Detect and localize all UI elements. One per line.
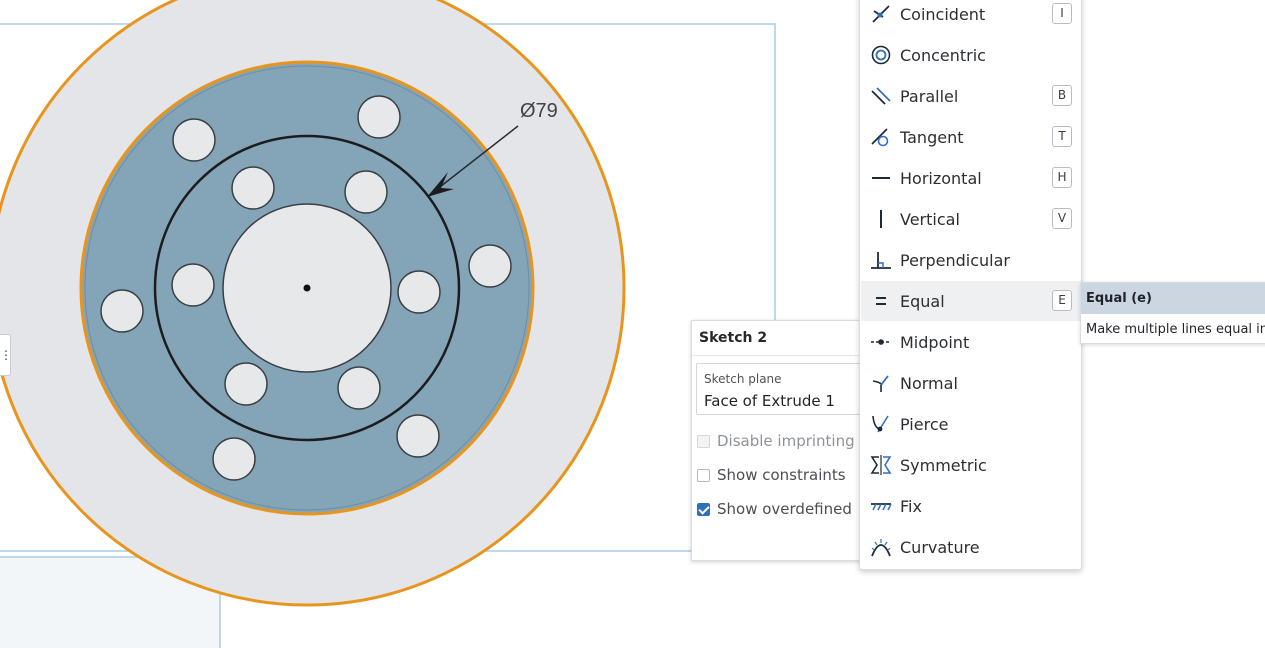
sketch-plane-value: Face of Extrude 1	[704, 392, 835, 410]
bolt-hole[interactable]	[344, 170, 388, 214]
parallel-icon	[871, 87, 891, 105]
fix-icon	[871, 503, 892, 511]
menu-item-vertical[interactable]: Vertical V	[861, 199, 1081, 239]
menu-item-label: Tangent	[900, 127, 964, 147]
bolt-hole[interactable]	[231, 166, 275, 210]
center-point[interactable]	[303, 284, 311, 292]
perpendicular-icon	[871, 252, 891, 269]
bolt-hole[interactable]	[397, 270, 441, 314]
bolt-hole[interactable]	[172, 118, 216, 162]
menu-item-label: Fix	[900, 496, 922, 516]
menu-item-parallel[interactable]: Parallel B	[861, 76, 1081, 116]
normal-icon	[872, 375, 889, 392]
menu-item-label: Curvature	[900, 537, 980, 557]
bolt-hole[interactable]	[100, 289, 144, 333]
bolt-hole[interactable]	[224, 362, 268, 406]
shortcut-key: H	[1052, 167, 1072, 188]
bolt-hole[interactable]	[468, 244, 512, 288]
show-overdefined-checkbox[interactable]	[697, 502, 710, 516]
shortcut-key: E	[1052, 290, 1072, 311]
menu-item-fix[interactable]: Fix	[861, 486, 1081, 526]
menu-item-label: Pierce	[900, 414, 949, 434]
menu-item-label: Midpoint	[900, 332, 970, 352]
menu-item-label: Coincident	[900, 4, 986, 24]
sketch-panel: Sketch 2 Sketch plane Face of Extrude 1 …	[691, 320, 876, 561]
bolt-hole[interactable]	[171, 263, 215, 307]
vertical-icon	[880, 210, 882, 228]
menu-item-normal[interactable]: Normal	[861, 363, 1081, 403]
disable-imprinting-checkbox[interactable]	[697, 434, 710, 448]
feature-list-handle[interactable]: ⋮	[0, 334, 12, 376]
show-overdefined-option[interactable]: Show overdefined	[697, 500, 852, 518]
menu-item-label: Horizontal	[900, 168, 982, 188]
menu-item-equal[interactable]: Equal E	[861, 281, 1081, 321]
menu-item-label: Normal	[900, 373, 958, 393]
equal-tooltip: Equal (e) Make multiple lines equal in	[1080, 282, 1265, 344]
menu-item-tangent[interactable]: Tangent T	[861, 117, 1081, 157]
show-constraints-option[interactable]: Show constraints	[697, 466, 846, 484]
tooltip-header: Equal (e)	[1081, 283, 1265, 314]
tooltip-title: Equal (e)	[1086, 291, 1152, 306]
shortcut-key: V	[1052, 208, 1072, 229]
tooltip-description: Make multiple lines equal in	[1086, 322, 1265, 337]
divider	[692, 355, 870, 356]
symmetric-icon	[870, 455, 892, 475]
bolt-hole[interactable]	[357, 95, 401, 139]
sketch-plane-field[interactable]: Sketch plane Face of Extrude 1	[696, 363, 876, 415]
menu-item-concentric[interactable]: Concentric	[861, 35, 1081, 75]
menu-item-label: Equal	[900, 291, 945, 311]
bolt-hole[interactable]	[212, 437, 256, 481]
equal-icon	[876, 297, 886, 305]
menu-item-perpendicular[interactable]: Perpendicular	[861, 240, 1081, 280]
shortcut-key: B	[1052, 85, 1072, 106]
shortcut-key: T	[1052, 126, 1072, 147]
show-constraints-label: Show constraints	[717, 466, 846, 484]
diameter-dimension[interactable]: Ø79	[520, 100, 558, 122]
menu-item-symmetric[interactable]: Symmetric	[861, 445, 1081, 485]
concentric-icon	[871, 45, 891, 65]
menu-item-label: Vertical	[900, 209, 960, 229]
sketch-plane-label: Sketch plane	[704, 372, 782, 386]
tangent-icon	[871, 128, 889, 147]
show-constraints-checkbox[interactable]	[697, 468, 710, 482]
menu-item-horizontal[interactable]: Horizontal H	[861, 158, 1081, 198]
shortcut-key: I	[1052, 3, 1072, 24]
curvature-icon	[871, 539, 891, 557]
bolt-hole[interactable]	[337, 366, 381, 410]
menu-item-label: Perpendicular	[900, 250, 1011, 270]
bolt-hole[interactable]	[396, 414, 440, 458]
midpoint-icon	[871, 339, 891, 345]
menu-item-label: Parallel	[900, 86, 959, 106]
disable-imprinting-option[interactable]: Disable imprinting	[697, 432, 855, 450]
constraint-menu: Coincident I Concentric Parallel B Tange…	[859, 0, 1082, 570]
show-overdefined-label: Show overdefined	[717, 500, 852, 518]
menu-item-pierce[interactable]: Pierce	[861, 404, 1081, 444]
sketch-panel-title: Sketch 2	[699, 330, 768, 346]
horizontal-icon	[872, 177, 890, 179]
coincident-icon	[872, 5, 890, 23]
menu-item-curvature[interactable]: Curvature	[861, 527, 1081, 567]
disable-imprinting-label: Disable imprinting	[717, 432, 855, 450]
menu-item-midpoint[interactable]: Midpoint	[861, 322, 1081, 362]
menu-item-label: Concentric	[900, 45, 986, 65]
menu-item-coincident[interactable]: Coincident I	[861, 0, 1081, 34]
menu-item-label: Symmetric	[900, 455, 987, 475]
pierce-icon	[872, 415, 889, 433]
